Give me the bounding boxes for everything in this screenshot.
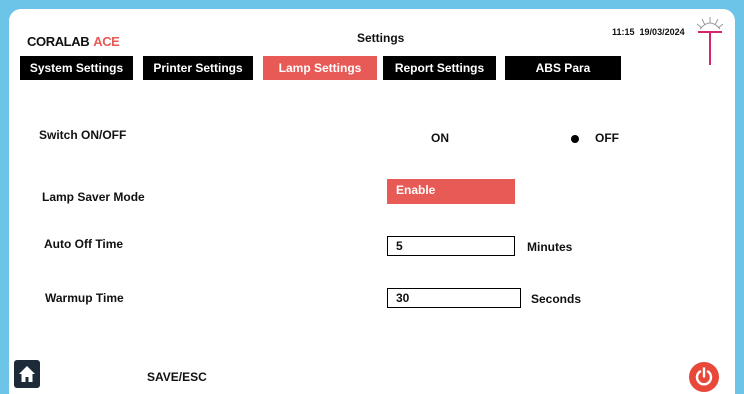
app-logo: CORALAB ACE	[27, 34, 120, 49]
warmup-label: Warmup Time	[45, 291, 124, 305]
switch-label: Switch ON/OFF	[39, 128, 127, 142]
power-button[interactable]	[689, 362, 719, 392]
home-button[interactable]	[14, 360, 40, 388]
clock-date: 19/03/2024	[639, 27, 685, 37]
tab-report-settings[interactable]: Report Settings	[383, 56, 496, 80]
settings-window: CORALAB ACE Settings 11:15 19/03/2024 Sys…	[9, 9, 735, 394]
home-icon	[19, 366, 35, 382]
switch-off-radio[interactable]	[571, 135, 579, 143]
warmup-input[interactable]	[387, 288, 521, 308]
lamp-saver-label: Lamp Saver Mode	[42, 190, 145, 204]
power-icon	[695, 367, 713, 386]
switch-off-option[interactable]: OFF	[595, 131, 619, 145]
auto-off-label: Auto Off Time	[44, 237, 124, 251]
logo-main-text: CORALAB	[27, 34, 90, 49]
lamp-saver-enable-button[interactable]: Enable	[387, 179, 515, 204]
clock-time: 11:15	[612, 27, 635, 37]
tab-lamp-settings[interactable]: Lamp Settings	[263, 56, 377, 80]
switch-on-option[interactable]: ON	[431, 131, 449, 145]
auto-off-input[interactable]	[387, 236, 515, 256]
tab-abs-para[interactable]: ABS Para	[505, 56, 621, 80]
tab-printer-settings[interactable]: Printer Settings	[143, 56, 253, 80]
page-title: Settings	[357, 31, 405, 45]
tab-system-settings[interactable]: System Settings	[20, 56, 133, 80]
logo-accent-text: ACE	[93, 34, 120, 49]
warmup-unit: Seconds	[531, 292, 582, 306]
auto-off-unit: Minutes	[527, 240, 573, 254]
brand-logo-icon	[696, 17, 724, 65]
save-esc-button[interactable]: SAVE/ESC	[147, 370, 207, 384]
clock: 11:15 19/03/2024	[612, 27, 685, 37]
